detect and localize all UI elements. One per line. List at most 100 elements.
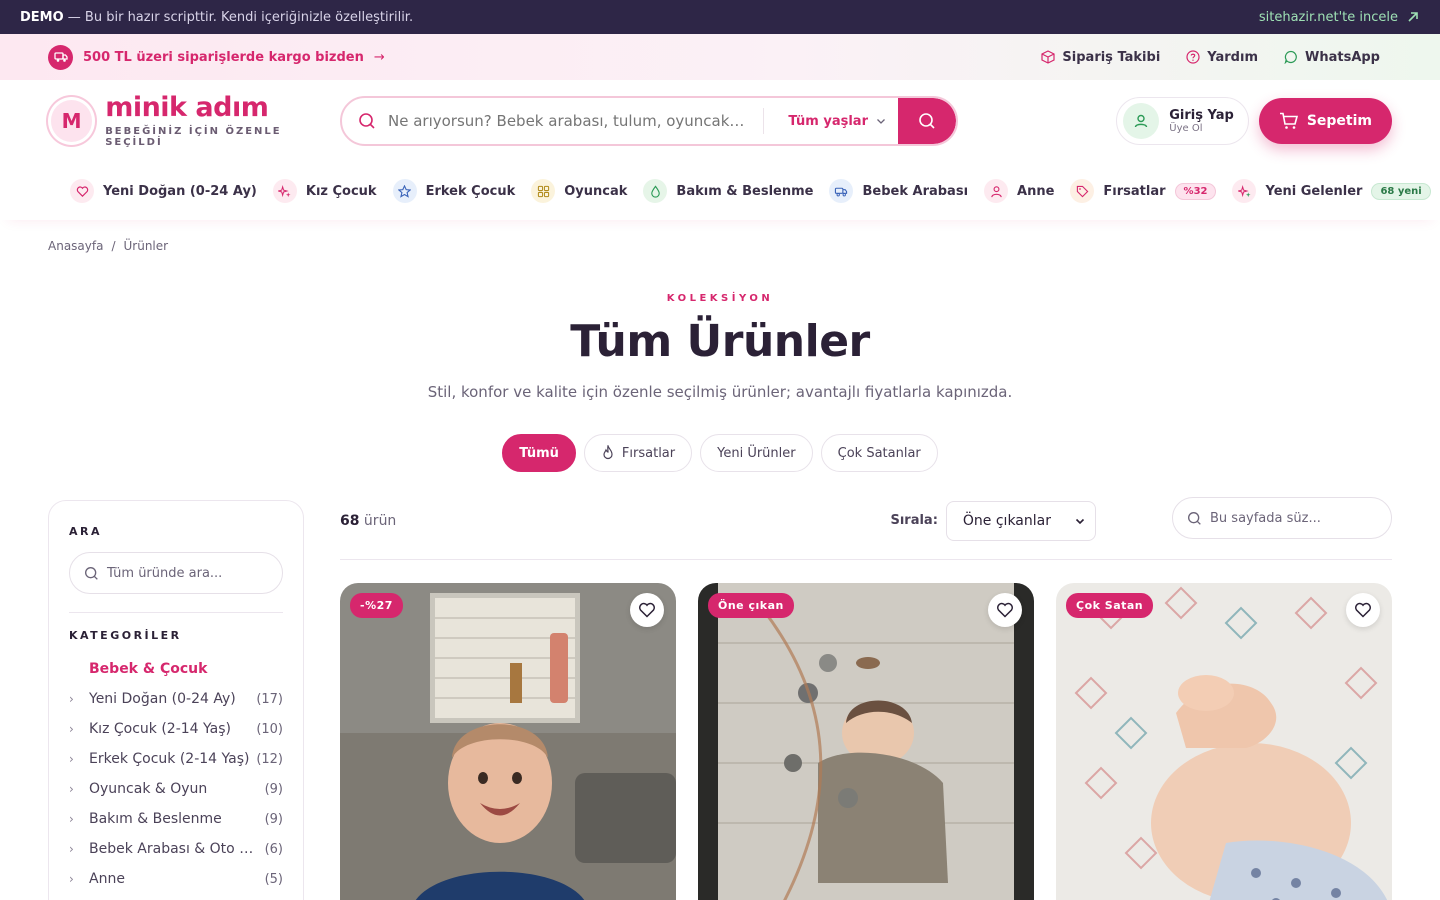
category-active[interactable]: Bebek & Çocuk (69, 654, 283, 684)
stroller-icon (829, 179, 854, 203)
page-subtitle: Stil, konfor ve kalite için özenle seçil… (427, 383, 1013, 401)
nav-item-stroller[interactable]: Bebek Arabası (829, 179, 968, 203)
help-link[interactable]: Yardım (1186, 50, 1258, 65)
product-card[interactable]: Çok Satan (1056, 583, 1392, 900)
product-image (340, 583, 676, 900)
bestseller-badge: Çok Satan (1066, 593, 1154, 618)
site-header: M minik adım BEBEĞİNİZ İÇİN ÖZENLE SEÇİL… (0, 80, 1440, 162)
sort-select[interactable]: Öne çıkanlar (945, 500, 1096, 541)
user-icon (984, 179, 1009, 203)
category-item[interactable]: ›Bebek Arabası & Oto Koltuğu(6) (69, 834, 283, 864)
demo-bar: DEMO — Bu bir hazır scripttir. Kendi içe… (0, 0, 1440, 34)
truck-icon (48, 44, 73, 70)
sidebar-search-input[interactable]: Tüm üründe ara... (69, 552, 283, 594)
product-image (698, 583, 1034, 900)
search-icon (1188, 511, 1201, 525)
chevron-right-icon: › (69, 872, 74, 886)
sidebar-search-heading: ARA (69, 525, 102, 538)
whatsapp-link[interactable]: WhatsApp (1284, 50, 1380, 65)
product-count: 68 ürün (340, 512, 397, 529)
heart-icon (997, 602, 1013, 618)
breadcrumb-current: Ürünler (123, 239, 169, 253)
chat-icon (1284, 50, 1297, 64)
chevron-down-icon (877, 119, 885, 124)
box-icon (1041, 50, 1056, 64)
cart-icon (1279, 112, 1298, 129)
divider (69, 612, 283, 613)
category-item[interactable]: › Anne (5) (69, 864, 283, 894)
nav-item-care[interactable]: Bakım & Beslenme (643, 179, 813, 203)
arrow-up-right-icon (1408, 12, 1418, 22)
nav-item-toys[interactable]: Oyuncak (531, 179, 627, 203)
heart-icon (639, 602, 655, 618)
product-card[interactable]: Öne çıkan (698, 583, 1034, 900)
product-area: 68 ürün Sırala: Öne çıkanlar -%27 Öne çı… (340, 500, 1392, 900)
nav-item-new-arrivals[interactable]: Yeni Gelenler 68 yeni (1232, 179, 1431, 203)
nav-item-newborn[interactable]: Yeni Doğan (0-24 Ay) (70, 179, 257, 203)
sidebar-categories-heading: KATEGORİLER (69, 629, 182, 642)
help-icon (1186, 50, 1200, 64)
category-item[interactable]: › Kız Çocuk (2-14 Yaş) (10) (69, 714, 283, 744)
nav-item-girls[interactable]: Kız Çocuk (272, 179, 377, 203)
login-button[interactable]: Giriş Yap Üye Ol (1116, 97, 1249, 145)
chevron-right-icon: › (69, 782, 74, 796)
sparkle-icon (272, 179, 297, 203)
brand-name: minik adım (105, 92, 269, 123)
search-input[interactable] (388, 112, 764, 130)
search-icon (85, 566, 98, 580)
filter-new[interactable]: Yeni Ürünler (700, 434, 813, 472)
search-icon (359, 113, 375, 129)
demo-notice: DEMO — Bu bir hazır scripttir. Kendi içe… (20, 9, 414, 25)
collection-hero: KOLEKSİYON Tüm Ürünler Stil, konfor ve k… (0, 263, 1440, 472)
sparkle-icon (1232, 179, 1257, 203)
category-item[interactable]: › Erkek Çocuk (2-14 Yaş) (12) (69, 744, 283, 774)
favorite-button[interactable] (1346, 593, 1380, 627)
search-bar: Tüm yaşlar (340, 96, 958, 146)
grid-icon (531, 179, 556, 203)
arrow-right-icon: → (373, 49, 385, 65)
favorite-button[interactable] (988, 593, 1022, 627)
chevron-right-icon: › (69, 812, 74, 826)
sort-control: Sırala: Öne çıkanlar (890, 500, 1096, 541)
flame-icon (603, 445, 613, 460)
promo-bar: 500 TL üzeri siparişlerde kargo bizden →… (0, 34, 1440, 80)
filter-all[interactable]: Tümü (502, 434, 576, 472)
order-tracking-link[interactable]: Sipariş Takibi (1041, 50, 1160, 65)
nav-item-boys[interactable]: Erkek Çocuk (392, 179, 515, 203)
product-image (1056, 583, 1392, 900)
breadcrumb: Anasayfa / Ürünler (0, 220, 1440, 263)
logo-mark: M (48, 97, 96, 145)
heart-icon (70, 179, 94, 203)
age-select[interactable]: Tüm yaşlar (764, 114, 898, 129)
category-item[interactable]: › Bakım & Beslenme (9) (69, 804, 283, 834)
page-filter-input[interactable]: Bu sayfada süz... (1172, 497, 1392, 539)
main-nav: Yeni Doğan (0-24 Ay) Kız Çocuk Erkek Çoc… (0, 162, 1440, 220)
chevron-right-icon: › (69, 722, 74, 736)
breadcrumb-home[interactable]: Anasayfa (48, 239, 103, 263)
product-card[interactable]: -%27 (340, 583, 676, 900)
deals-badge: %32 (1174, 182, 1217, 200)
search-button[interactable] (898, 98, 956, 144)
star-icon (392, 179, 417, 203)
filter-bestsellers[interactable]: Çok Satanlar (820, 434, 938, 472)
favorite-button[interactable] (630, 593, 664, 627)
category-item[interactable]: › Oyuncak & Oyun (9) (69, 774, 283, 804)
cart-button[interactable]: Sepetim (1258, 98, 1392, 144)
search-icon (919, 113, 935, 129)
nav-item-mother[interactable]: Anne (984, 179, 1054, 203)
category-item[interactable]: › Yeni Doğan (0-24 Ay) (17) (69, 684, 283, 714)
featured-badge: Öne çıkan (708, 593, 794, 618)
brand-tagline: BEBEĞİNİZ İÇİN ÖZENLE SEÇİLDİ (105, 126, 282, 148)
tag-icon (1070, 179, 1095, 203)
chevron-right-icon: › (69, 842, 74, 856)
nav-item-deals[interactable]: Fırsatlar %32 (1070, 179, 1217, 203)
breadcrumb-separator: / (111, 239, 116, 253)
free-shipping-promo[interactable]: 500 TL üzeri siparişlerde kargo bizden → (48, 44, 385, 70)
discount-badge: -%27 (350, 593, 403, 618)
demo-link[interactable]: sitehazir.net'te incele (1259, 10, 1420, 25)
logo[interactable]: M minik adım BEBEĞİNİZ İÇİN ÖZENLE SEÇİL… (48, 94, 340, 148)
new-arrivals-badge: 68 yeni (1371, 182, 1431, 200)
user-icon (1123, 103, 1160, 139)
chevron-right-icon: › (69, 752, 74, 766)
filter-deals[interactable]: Fırsatlar (583, 434, 693, 472)
